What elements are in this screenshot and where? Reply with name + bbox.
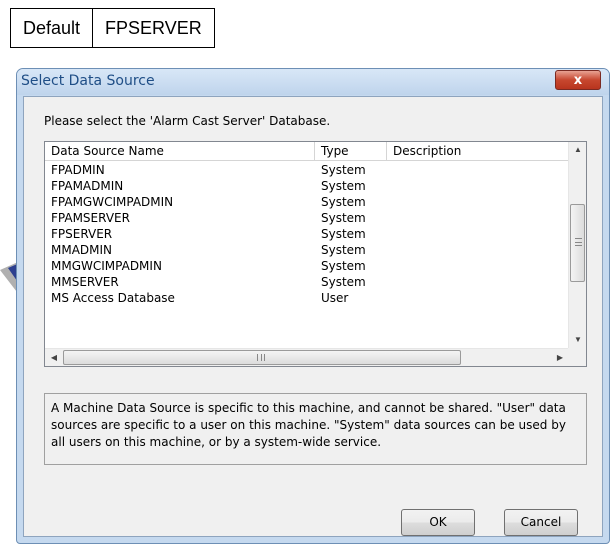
list-item[interactable]: MS Access Database User	[45, 290, 569, 306]
row-name: FPSERVER	[51, 227, 113, 241]
list-item[interactable]: MMADMIN System	[45, 242, 569, 258]
row-type: System	[321, 259, 366, 273]
list-item[interactable]: MMSERVER System	[45, 274, 569, 290]
row-description	[387, 194, 569, 210]
list-item[interactable]: FPAMADMIN System	[45, 178, 569, 194]
list-item[interactable]: FPAMSERVER System	[45, 210, 569, 226]
top-label-table: Default FPSERVER	[10, 8, 215, 48]
vertical-scroll-thumb[interactable]	[570, 204, 585, 282]
row-type: System	[321, 243, 366, 257]
row-name: MMSERVER	[51, 275, 119, 289]
column-header-name[interactable]: Data Source Name	[45, 142, 315, 160]
horizontal-scrollbar[interactable]: ◀ ▶	[45, 348, 569, 366]
list-item[interactable]: FPADMIN System	[45, 162, 569, 178]
row-type: System	[321, 211, 366, 225]
row-description	[387, 210, 569, 226]
row-name: MMGWCIMPADMIN	[51, 259, 162, 273]
scrollbar-corner	[568, 348, 586, 366]
scroll-up-icon[interactable]: ▲	[569, 142, 587, 158]
scroll-right-icon[interactable]: ▶	[551, 350, 569, 366]
row-description	[387, 258, 569, 274]
column-header-description[interactable]: Description	[387, 142, 569, 160]
title-bar[interactable]: Select Data Source x	[17, 69, 609, 95]
dialog-title: Select Data Source	[21, 73, 155, 89]
row-description	[387, 226, 569, 242]
ok-button[interactable]: OK	[401, 509, 475, 536]
column-header-type[interactable]: Type	[315, 142, 387, 160]
row-type: System	[321, 163, 366, 177]
default-label: Default	[23, 17, 81, 38]
list-item[interactable]: FPSERVER System	[45, 226, 569, 242]
vertical-scrollbar[interactable]: ▲ ▼	[568, 142, 586, 348]
row-description	[387, 274, 569, 290]
scroll-left-icon[interactable]: ◀	[45, 350, 63, 366]
row-description	[387, 242, 569, 258]
horizontal-scroll-thumb[interactable]	[63, 350, 461, 365]
row-description	[387, 162, 569, 178]
prompt-text: Please select the 'Alarm Cast Server' Da…	[44, 114, 331, 128]
cancel-button[interactable]: Cancel	[504, 509, 578, 536]
data-source-info-text: A Machine Data Source is specific to thi…	[44, 393, 587, 465]
row-type: System	[321, 275, 366, 289]
scroll-down-icon[interactable]: ▼	[569, 332, 587, 348]
data-source-list[interactable]: Data Source Name Type Description FPADMI…	[44, 141, 587, 367]
row-name: FPAMGWCIMPADMIN	[51, 195, 174, 209]
list-rows: FPADMIN System FPAMADMIN System FPAMGWCI…	[45, 162, 569, 306]
row-name: FPAMSERVER	[51, 211, 130, 225]
row-type: System	[321, 179, 366, 193]
row-type: System	[321, 227, 366, 241]
row-name: FPADMIN	[51, 163, 105, 177]
dialog-body: Please select the 'Alarm Cast Server' Da…	[23, 96, 603, 537]
list-item[interactable]: FPAMGWCIMPADMIN System	[45, 194, 569, 210]
row-type: User	[321, 291, 349, 305]
row-name: MS Access Database	[51, 291, 175, 305]
row-name: FPAMADMIN	[51, 179, 124, 193]
row-description	[387, 290, 569, 306]
server-label: FPSERVER	[92, 9, 214, 47]
list-item[interactable]: MMGWCIMPADMIN System	[45, 258, 569, 274]
close-button[interactable]: x	[555, 70, 601, 90]
list-header: Data Source Name Type Description	[45, 142, 569, 161]
row-name: MMADMIN	[51, 243, 113, 257]
select-data-source-dialog: Select Data Source x Please select the '…	[16, 68, 610, 544]
row-type: System	[321, 195, 366, 209]
row-description	[387, 178, 569, 194]
close-icon: x	[573, 72, 583, 88]
